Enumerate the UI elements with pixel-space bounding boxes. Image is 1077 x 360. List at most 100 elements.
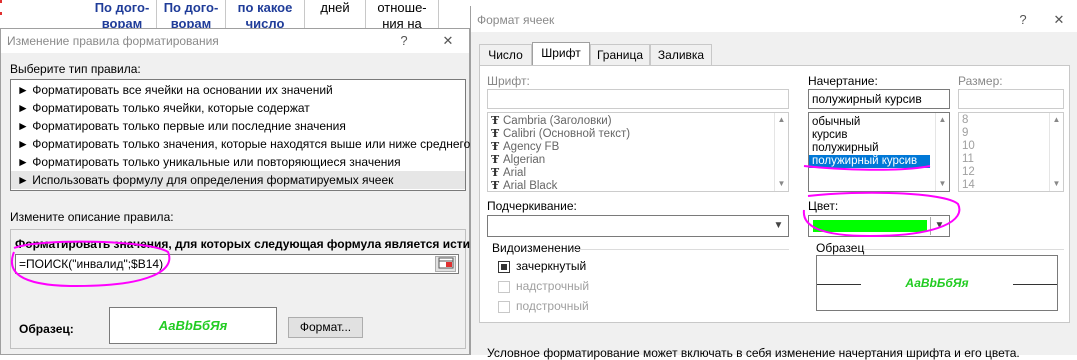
help-button[interactable]: ? bbox=[1014, 11, 1032, 29]
color-swatch bbox=[813, 220, 927, 232]
sheet-header-cell: по какое число bbox=[226, 0, 305, 31]
size-input[interactable] bbox=[958, 89, 1064, 109]
effects-group-label: Видоизменение bbox=[492, 241, 581, 255]
scroll-down-icon[interactable]: ▼ bbox=[775, 178, 788, 190]
rule-type-item[interactable]: ► Форматировать только первые или послед… bbox=[11, 117, 465, 135]
rule-type-list[interactable]: ► Форматировать все ячейки на основании … bbox=[10, 79, 470, 191]
sample-preview: АаBbБбЯя bbox=[109, 307, 277, 344]
font-tab-panel: Шрифт: Ŧ Cambria (Заголовки) Ŧ Calibri (Ос… bbox=[479, 65, 1070, 323]
font-list-item[interactable]: Ŧ Algerian bbox=[488, 153, 788, 166]
edit-rule-dialog: Изменение правила форматирования ? ✕ Выб… bbox=[0, 28, 503, 355]
size-list-item[interactable]: 11 bbox=[959, 153, 1063, 166]
font-list-item[interactable]: Ŧ Calibri (Основной текст) bbox=[488, 127, 788, 140]
truetype-font-icon: Ŧ bbox=[491, 166, 500, 179]
title-bar: Изменение правила форматирования ? ✕ bbox=[1, 29, 469, 53]
sheet-header-cell: По дого-ворам bbox=[88, 0, 157, 31]
style-list[interactable]: обычный курсив полужирный полужирный кур… bbox=[808, 112, 950, 192]
chevron-down-icon[interactable]: ▼ bbox=[770, 217, 787, 235]
style-list-item[interactable]: курсив bbox=[809, 129, 949, 142]
style-label: Начертание: bbox=[808, 74, 878, 88]
size-list-item[interactable]: 12 bbox=[959, 166, 1063, 179]
font-input[interactable] bbox=[487, 89, 789, 109]
size-list[interactable]: 8 9 10 11 12 14 ▲ ▼ bbox=[958, 112, 1064, 192]
tab-number[interactable]: Число bbox=[479, 44, 532, 65]
font-list-scrollbar[interactable]: ▲ ▼ bbox=[774, 113, 788, 191]
group-divider bbox=[864, 249, 1064, 250]
tab-fill[interactable]: Заливка bbox=[650, 44, 712, 65]
sheet-header-cell: отноше-ния на bbox=[366, 0, 439, 31]
style-list-item-selected[interactable]: полужирный курсив bbox=[809, 155, 930, 168]
font-list-item[interactable]: Ŧ Arial bbox=[488, 166, 788, 179]
range-picker-icon bbox=[438, 257, 453, 269]
formula-input[interactable]: =ПОИСК("инвалид";$B14) bbox=[15, 254, 459, 274]
font-label: Шрифт: bbox=[487, 74, 530, 88]
subscript-label: подстрочный bbox=[516, 299, 589, 313]
truetype-font-icon: Ŧ bbox=[491, 140, 500, 153]
color-select[interactable]: ▼ bbox=[808, 215, 950, 237]
scroll-up-icon[interactable]: ▲ bbox=[1050, 114, 1063, 126]
rule-type-item[interactable]: ► Форматировать только уникальные или по… bbox=[11, 153, 465, 171]
format-button[interactable]: Формат... bbox=[288, 317, 363, 338]
style-list-item[interactable]: полужирный bbox=[809, 142, 949, 155]
sheet-header-cell: дней bbox=[305, 0, 366, 31]
rule-type-item[interactable]: ► Форматировать только значения, которые… bbox=[11, 135, 470, 153]
style-input[interactable]: полужирный курсив bbox=[808, 89, 950, 109]
superscript-checkbox[interactable] bbox=[498, 281, 510, 293]
group-divider bbox=[575, 249, 789, 250]
truetype-font-icon: Ŧ bbox=[491, 114, 500, 127]
bullet-icon: ► bbox=[17, 173, 29, 187]
size-list-item[interactable]: 8 bbox=[959, 114, 1063, 127]
sample-text: АаBbБбЯя bbox=[905, 276, 969, 290]
rule-type-item-selected[interactable]: ► Использовать формулу для определения ф… bbox=[11, 171, 465, 189]
size-label: Размер: bbox=[958, 74, 1003, 88]
sheet-header-cell: По дого-ворам bbox=[157, 0, 226, 31]
font-list[interactable]: Ŧ Cambria (Заголовки) Ŧ Calibri (Основной … bbox=[487, 112, 789, 192]
strikethrough-checkbox[interactable] bbox=[498, 261, 510, 273]
close-button[interactable]: ✕ bbox=[439, 32, 457, 50]
formula-label: Форматировать значения, для которых след… bbox=[15, 237, 504, 251]
close-button[interactable]: ✕ bbox=[1050, 11, 1068, 29]
scroll-up-icon[interactable]: ▲ bbox=[936, 114, 949, 126]
cell-marker bbox=[0, 0, 2, 3]
size-list-scrollbar[interactable]: ▲ ▼ bbox=[1049, 113, 1063, 191]
sample-label: Образец: bbox=[19, 322, 74, 336]
tab-font[interactable]: Шрифт bbox=[532, 42, 590, 65]
superscript-label: надстрочный bbox=[516, 279, 590, 293]
tab-border[interactable]: Граница bbox=[590, 44, 650, 65]
style-list-scrollbar[interactable]: ▲ ▼ bbox=[935, 113, 949, 191]
size-list-item[interactable]: 10 bbox=[959, 140, 1063, 153]
select-rule-type-label: Выберите тип правила: bbox=[10, 62, 141, 76]
dialog-title: Изменение правила форматирования bbox=[7, 34, 219, 48]
font-list-item[interactable]: Ŧ Agency FB bbox=[488, 140, 788, 153]
size-list-item[interactable]: 9 bbox=[959, 127, 1063, 140]
sample-group-label: Образец bbox=[816, 241, 865, 255]
subscript-checkbox[interactable] bbox=[498, 301, 510, 313]
size-list-item[interactable]: 14 bbox=[959, 179, 1063, 192]
scroll-down-icon[interactable]: ▼ bbox=[1050, 178, 1063, 190]
sample-text: АаBbБбЯя bbox=[158, 318, 228, 333]
bullet-icon: ► bbox=[17, 155, 29, 169]
scroll-down-icon[interactable]: ▼ bbox=[936, 178, 949, 190]
sample-preview: АаBbБбЯя bbox=[816, 255, 1058, 311]
truetype-font-icon: Ŧ bbox=[491, 127, 500, 140]
scroll-up-icon[interactable]: ▲ bbox=[775, 114, 788, 126]
strikethrough-label: зачеркнутый bbox=[516, 259, 587, 273]
rule-type-item[interactable]: ► Форматировать все ячейки на основании … bbox=[11, 81, 465, 99]
bullet-icon: ► bbox=[17, 83, 29, 97]
rule-description-group: Форматировать значения, для которых след… bbox=[10, 229, 503, 349]
color-label: Цвет: bbox=[808, 199, 839, 213]
font-list-item[interactable]: Ŧ Arial Black bbox=[488, 179, 788, 192]
underline-select[interactable]: ▼ bbox=[487, 215, 789, 237]
style-list-item[interactable]: обычный bbox=[809, 116, 949, 129]
bullet-icon: ► bbox=[17, 119, 29, 133]
help-button[interactable]: ? bbox=[395, 32, 413, 50]
font-list-item[interactable]: Ŧ Cambria (Заголовки) bbox=[488, 114, 788, 127]
truetype-font-icon: Ŧ bbox=[491, 153, 500, 166]
chevron-down-icon[interactable]: ▼ bbox=[930, 217, 948, 235]
underline-label: Подчеркивание: bbox=[487, 199, 577, 213]
range-picker-button[interactable] bbox=[435, 256, 456, 272]
rule-type-item[interactable]: ► Форматировать только ячейки, которые с… bbox=[11, 99, 465, 117]
format-cells-dialog: Формат ячеек ? ✕ Число Шрифт Граница Зал… bbox=[470, 6, 1077, 360]
dialog-title: Формат ячеек bbox=[477, 13, 555, 27]
bullet-icon: ► bbox=[17, 137, 29, 151]
